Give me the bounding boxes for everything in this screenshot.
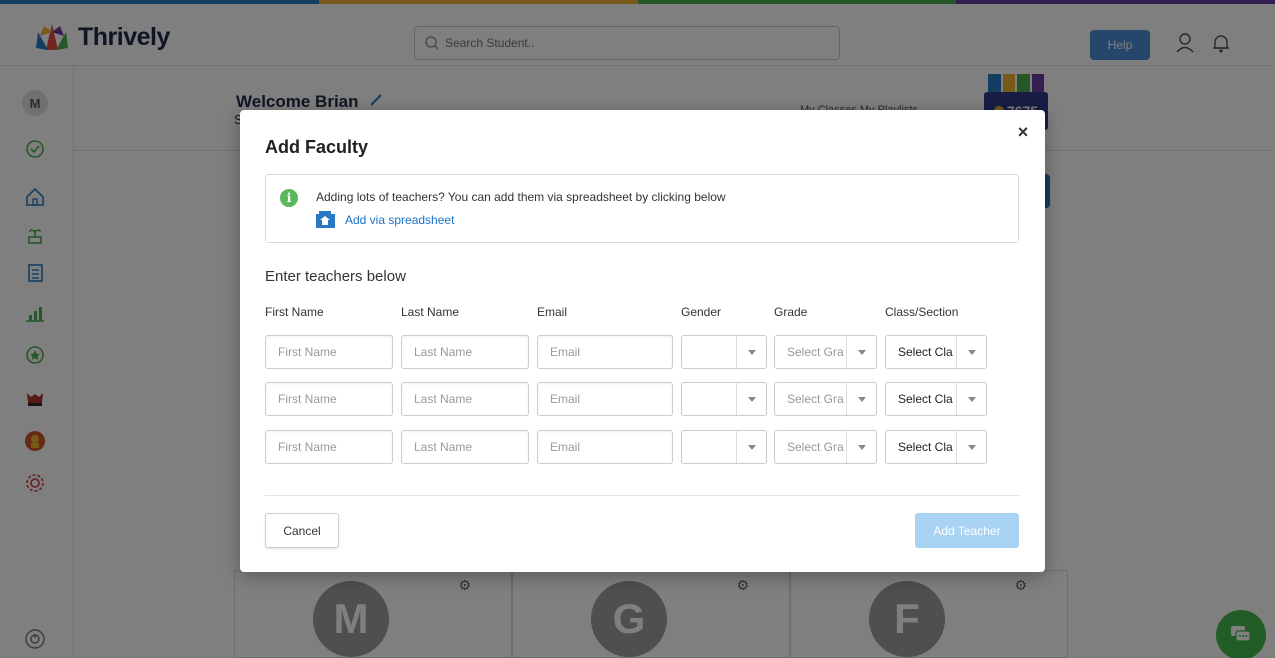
class-select[interactable]: Select Cla [885,430,987,464]
chevron-down-icon [846,383,876,415]
chevron-down-icon [956,431,986,463]
column-header-last-name: Last Name [401,305,460,319]
dialog-title: Add Faculty [265,137,369,157]
section-heading: Enter teachers below [265,268,406,285]
last-name-input[interactable] [401,430,529,464]
email-input[interactable] [537,382,673,416]
first-name-input[interactable] [265,382,393,416]
teacher-row: Select Gra Select Cla [265,430,1025,464]
grade-select[interactable]: Select Gra [774,430,877,464]
chevron-down-icon [846,431,876,463]
gender-select[interactable] [681,382,767,416]
teacher-row: Select Gra Select Cla [265,382,1025,416]
cancel-button[interactable]: Cancel [265,513,339,548]
first-name-input[interactable] [265,335,393,369]
grade-select[interactable]: Select Gra [774,382,877,416]
spreadsheet-info-box: i Adding lots of teachers? You can add t… [265,174,1019,243]
chevron-down-icon [956,336,986,368]
gender-select[interactable] [681,335,767,369]
chevron-down-icon [736,431,766,463]
chevron-down-icon [736,383,766,415]
close-icon[interactable]: × [1015,123,1031,141]
info-icon: i [280,189,298,207]
teacher-row: Select Gra Select Cla [265,335,1025,369]
email-input[interactable] [537,335,673,369]
chevron-down-icon [956,383,986,415]
chevron-down-icon [846,336,876,368]
footer-divider [265,495,1019,496]
spreadsheet-icon [316,211,335,228]
column-header-first-name: First Name [265,305,324,319]
email-input[interactable] [537,430,673,464]
last-name-input[interactable] [401,382,529,416]
grade-select[interactable]: Select Gra [774,335,877,369]
first-name-input[interactable] [265,430,393,464]
add-faculty-dialog: Add Faculty × i Adding lots of teachers?… [240,110,1045,572]
class-select[interactable]: Select Cla [885,382,987,416]
last-name-input[interactable] [401,335,529,369]
column-header-email: Email [537,305,568,319]
info-message: Adding lots of teachers? You can add the… [316,190,726,204]
gender-select[interactable] [681,430,767,464]
add-teacher-button[interactable]: Add Teacher [915,513,1019,548]
column-header-grade: Grade [774,305,808,319]
chevron-down-icon [736,336,766,368]
class-select[interactable]: Select Cla [885,335,987,369]
column-header-class-section: Class/Section [885,305,959,319]
column-header-gender: Gender [681,305,722,319]
add-via-spreadsheet-link[interactable]: Add via spreadsheet [316,211,454,228]
